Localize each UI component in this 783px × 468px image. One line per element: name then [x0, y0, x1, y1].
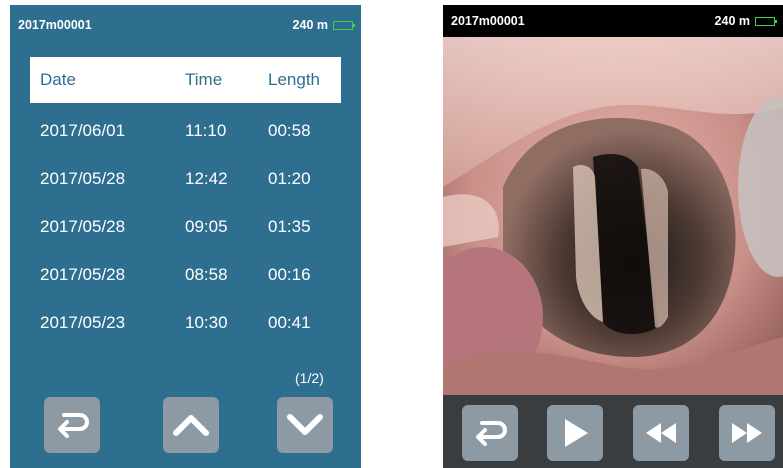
row-time: 12:42	[185, 169, 228, 188]
status-right: 240 m	[714, 14, 777, 28]
recording-row[interactable]: 2017/05/28 12:42 01:20	[30, 157, 341, 201]
video-frame[interactable]	[443, 37, 783, 395]
status-bar: 2017m00001 240 m	[443, 5, 783, 37]
recording-list-screen: 2017m00001 240 m Date Time Length 2017/0…	[10, 5, 361, 468]
play-icon	[565, 419, 588, 447]
device-id: 2017m00001	[18, 18, 92, 32]
row-time: 10:30	[185, 313, 228, 332]
list-header: Date Time Length	[30, 57, 341, 103]
row-date: 2017/05/28	[40, 169, 126, 188]
chevron-down-icon	[287, 414, 323, 435]
header-time: Time	[185, 70, 223, 89]
battery-icon	[333, 20, 355, 30]
page-indicator: (1/2)	[295, 370, 324, 386]
page-down-button[interactable]	[277, 397, 333, 453]
row-length: 00:16	[268, 265, 311, 284]
row-date: 2017/06/01	[40, 121, 126, 140]
header-length: Length	[268, 70, 320, 89]
fast-forward-button[interactable]	[719, 405, 775, 461]
back-button[interactable]	[44, 397, 100, 453]
row-time: 11:10	[185, 121, 227, 140]
row-date: 2017/05/23	[40, 313, 126, 332]
row-length: 00:41	[268, 313, 311, 332]
back-icon	[58, 413, 89, 438]
rewind-icon	[646, 423, 676, 443]
row-date: 2017/05/28	[40, 217, 126, 236]
recording-row[interactable]: 2017/06/01 11:10 00:58	[30, 109, 341, 153]
back-button[interactable]	[462, 405, 518, 461]
distance-readout: 240 m	[714, 14, 750, 28]
distance-readout: 240 m	[292, 18, 328, 32]
chevron-up-icon	[173, 415, 209, 436]
play-button[interactable]	[547, 405, 603, 461]
status-right: 240 m	[292, 18, 355, 32]
status-bar: 2017m00001 240 m	[10, 5, 361, 45]
row-time: 09:05	[185, 217, 228, 236]
header-date: Date	[40, 70, 76, 89]
battery-icon	[755, 16, 777, 26]
row-time: 08:58	[185, 265, 228, 284]
row-length: 01:20	[268, 169, 311, 188]
row-length: 00:58	[268, 121, 311, 140]
recording-row[interactable]: 2017/05/28 09:05 01:35	[30, 205, 341, 249]
video-playback-screen: 2017m00001 240 m	[443, 5, 783, 468]
page-up-button[interactable]	[163, 397, 219, 453]
recording-row[interactable]: 2017/05/23 10:30 00:41	[30, 301, 341, 345]
rewind-button[interactable]	[633, 405, 689, 461]
back-icon	[476, 421, 507, 446]
device-id: 2017m00001	[451, 14, 525, 28]
row-date: 2017/05/28	[40, 265, 126, 284]
fast-forward-icon	[732, 423, 762, 443]
row-length: 01:35	[268, 217, 311, 236]
recording-row[interactable]: 2017/05/28 08:58 00:16	[30, 253, 341, 297]
playback-controls	[443, 395, 783, 468]
